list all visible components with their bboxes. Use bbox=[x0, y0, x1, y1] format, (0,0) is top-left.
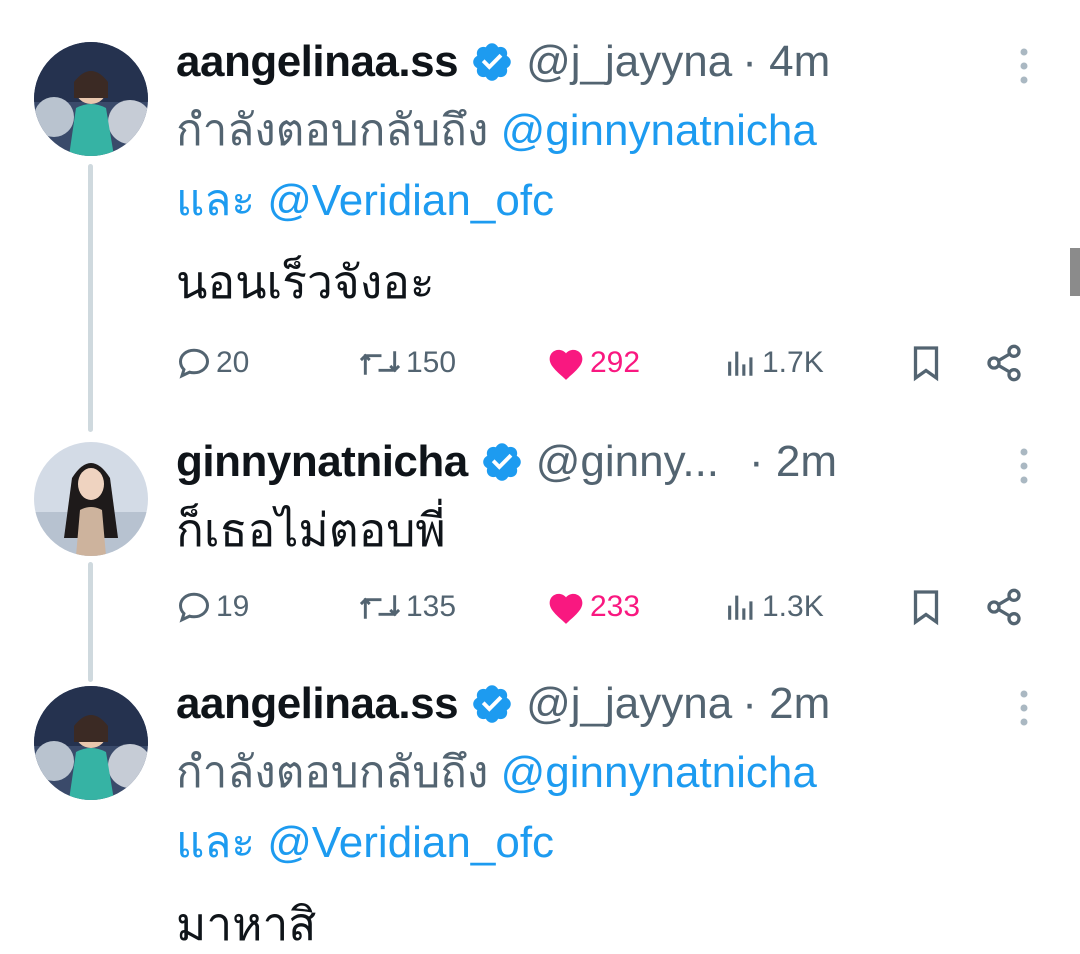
like-count: 233 bbox=[590, 590, 641, 623]
like-button[interactable]: 233 bbox=[546, 582, 640, 632]
handle[interactable]: @ginny... bbox=[536, 437, 719, 487]
views-chart-icon bbox=[728, 595, 753, 620]
share-icon bbox=[987, 588, 1021, 626]
reply-bubble-icon bbox=[178, 592, 210, 623]
views-button[interactable]: 1.7K bbox=[724, 338, 824, 388]
share-button[interactable] bbox=[984, 338, 1024, 388]
retweet-icon bbox=[359, 351, 401, 375]
thread-line bbox=[88, 562, 93, 682]
avatar[interactable] bbox=[34, 442, 148, 556]
views-count: 1.3K bbox=[762, 590, 824, 623]
mention-link[interactable]: @Veridian_ofc bbox=[267, 818, 554, 867]
tweet-2[interactable]: ginnynatnicha @ginny... · 2m ก็เธอไม่ตอบ… bbox=[0, 430, 1080, 682]
tweet-text: มาหาสิ bbox=[176, 898, 317, 950]
reply-button[interactable]: 20 bbox=[176, 338, 249, 388]
avatar[interactable] bbox=[34, 686, 148, 800]
tweet-header: aangelinaa.ss @j_jayyna · 2m bbox=[176, 676, 830, 732]
mention-conjunction: และ bbox=[176, 176, 255, 225]
like-count: 292 bbox=[590, 346, 641, 379]
replying-prefix: กำลังตอบกลับถึง bbox=[176, 748, 489, 797]
views-count: 1.7K bbox=[762, 346, 824, 379]
heart-icon bbox=[549, 593, 583, 624]
views-chart-icon bbox=[728, 351, 753, 376]
reply-count: 20 bbox=[216, 346, 250, 379]
mention-conjunction: และ bbox=[176, 818, 255, 867]
bookmark-button[interactable] bbox=[908, 582, 944, 632]
timestamp[interactable]: · 4m bbox=[742, 37, 830, 87]
tweet-1[interactable]: aangelinaa.ss @j_jayyna · 4m กำลังตอบกลั… bbox=[0, 0, 1080, 432]
like-button[interactable]: 292 bbox=[546, 338, 640, 388]
retweet-button[interactable]: 135 bbox=[358, 582, 456, 632]
thread-line bbox=[88, 164, 93, 432]
tweet-text: นอนเร็วจังอะ bbox=[176, 256, 435, 308]
share-icon bbox=[987, 344, 1021, 382]
bookmark-icon bbox=[913, 346, 939, 382]
retweet-count: 150 bbox=[406, 346, 457, 379]
verified-badge-icon bbox=[470, 40, 514, 84]
reply-count: 19 bbox=[216, 590, 250, 623]
replying-to: กำลังตอบกลับถึง @ginnynatnicha และ @Veri… bbox=[176, 738, 1016, 878]
handle[interactable]: @j_jayyna bbox=[526, 679, 732, 729]
display-name[interactable]: ginnynatnicha bbox=[176, 437, 468, 487]
bookmark-button[interactable] bbox=[908, 338, 944, 388]
mention-link[interactable]: @ginnynatnicha bbox=[501, 106, 817, 155]
more-vertical-icon[interactable] bbox=[1014, 444, 1034, 488]
scrollbar-thumb[interactable] bbox=[1070, 248, 1080, 296]
avatar[interactable] bbox=[34, 42, 148, 156]
timestamp[interactable]: · 2m bbox=[742, 679, 830, 729]
timestamp[interactable]: · 2m bbox=[749, 437, 837, 487]
more-vertical-icon[interactable] bbox=[1014, 44, 1034, 88]
share-button[interactable] bbox=[984, 582, 1024, 632]
tweet-header: ginnynatnicha @ginny... · 2m bbox=[176, 434, 837, 490]
mention-link[interactable]: @Veridian_ofc bbox=[267, 176, 554, 225]
mention-link[interactable]: @ginnynatnicha bbox=[501, 748, 817, 797]
action-bar: 20 150 292 1.7K bbox=[176, 338, 1036, 388]
reply-button[interactable]: 19 bbox=[176, 582, 249, 632]
retweet-button[interactable]: 150 bbox=[358, 338, 456, 388]
tweet-text: ก็เธอไม่ตอบพี่ bbox=[176, 504, 446, 556]
views-button[interactable]: 1.3K bbox=[724, 582, 824, 632]
replying-to: กำลังตอบกลับถึง @ginnynatnicha และ @Veri… bbox=[176, 96, 1016, 236]
heart-icon bbox=[549, 349, 583, 380]
handle[interactable]: @j_jayyna bbox=[526, 37, 732, 87]
verified-badge-icon bbox=[480, 440, 524, 484]
reply-bubble-icon bbox=[178, 348, 210, 379]
replying-prefix: กำลังตอบกลับถึง bbox=[176, 106, 489, 155]
verified-badge-icon bbox=[470, 682, 514, 726]
action-bar: 19 135 233 1.3K bbox=[176, 582, 1036, 632]
display-name[interactable]: aangelinaa.ss bbox=[176, 679, 459, 729]
bookmark-icon bbox=[913, 590, 939, 626]
tweet-3[interactable]: aangelinaa.ss @j_jayyna · 2m กำลังตอบกลั… bbox=[0, 679, 1080, 950]
tweet-header: aangelinaa.ss @j_jayyna · 4m bbox=[176, 34, 830, 90]
retweet-icon bbox=[359, 595, 401, 619]
retweet-count: 135 bbox=[406, 590, 457, 623]
more-vertical-icon[interactable] bbox=[1014, 686, 1034, 730]
display-name[interactable]: aangelinaa.ss bbox=[176, 37, 459, 87]
